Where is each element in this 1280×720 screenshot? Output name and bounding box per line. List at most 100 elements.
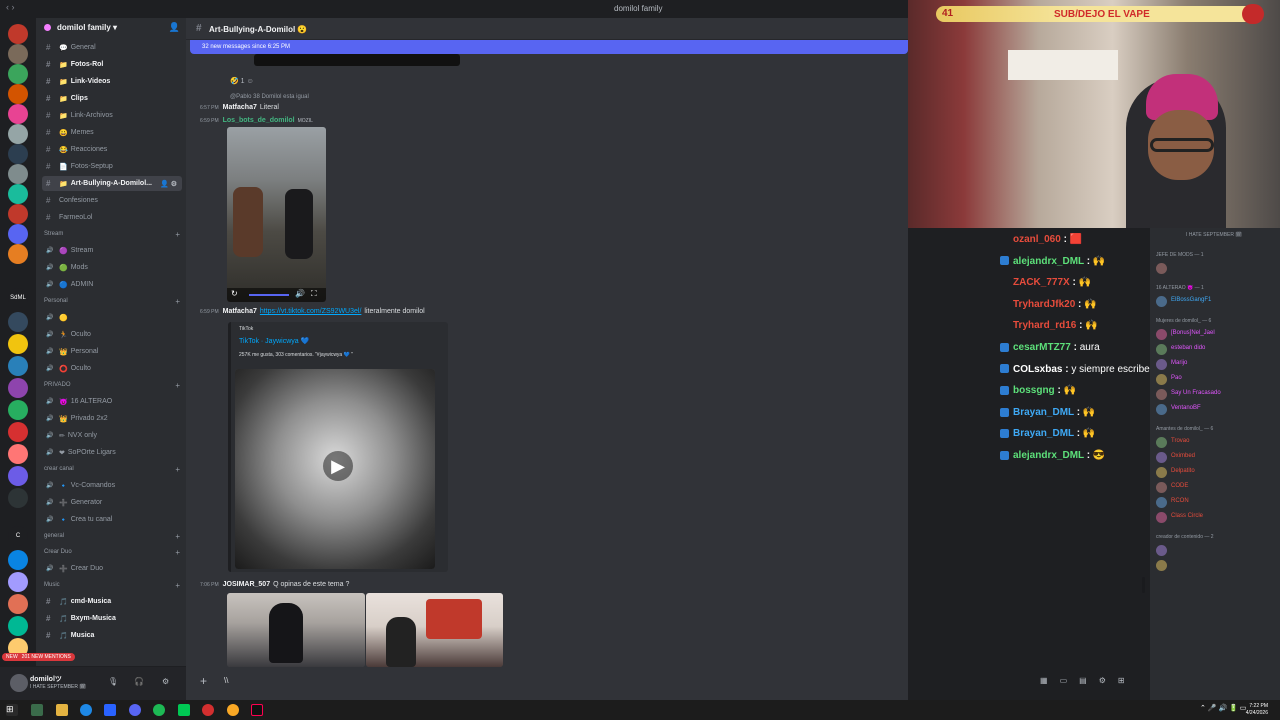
taskbar-app-icon[interactable] (178, 704, 190, 716)
member-row[interactable]: Marijo (1156, 358, 1278, 372)
avatar[interactable] (10, 674, 28, 692)
voice-channel[interactable]: 🔊 👑 Personal (42, 344, 182, 359)
server-icon[interactable] (8, 356, 28, 376)
voice-channel[interactable]: 🔊 ➕ Generator (42, 495, 182, 510)
server-icon[interactable] (8, 572, 28, 592)
apps-icon[interactable]: ⊞ (1118, 676, 1125, 688)
voice-channel[interactable]: 🔊 😈 16 ALTERAO (42, 394, 182, 409)
server-icon[interactable]: C (8, 526, 28, 546)
panel-icon[interactable]: ▤ (1079, 676, 1087, 688)
channel-item[interactable]: # 🎵 Bxym-Musica (42, 611, 182, 626)
add-user-icon[interactable]: 👤 (169, 22, 180, 33)
volume-icon[interactable]: 🔊 (295, 289, 305, 298)
channel-item[interactable]: # 📁 Fotos-Rol (42, 57, 182, 72)
add-channel-icon[interactable]: + (175, 297, 180, 306)
replay-icon[interactable]: ↻ (231, 289, 238, 298)
member-row[interactable]: Trovao (1156, 436, 1278, 450)
voice-channel[interactable]: 🔊 🔹 Vc-Comandos (42, 478, 182, 493)
add-channel-icon[interactable]: + (175, 230, 180, 239)
image-attachment[interactable] (227, 593, 365, 667)
progress-bar[interactable] (249, 294, 289, 296)
add-channel-icon[interactable]: + (175, 548, 180, 557)
server-icon[interactable] (8, 312, 28, 332)
server-icon[interactable] (8, 84, 28, 104)
category-header[interactable]: general + (44, 532, 182, 541)
window-icon[interactable]: ▭ (1060, 676, 1068, 688)
channel-item[interactable]: # 📄 Fotos-Septup (42, 159, 182, 174)
add-channel-icon[interactable]: + (175, 381, 180, 390)
settings-icon[interactable]: ⚙ (1099, 676, 1106, 688)
channel-item[interactable]: # 🎵 cmd-Musica (42, 594, 182, 609)
server-icon[interactable] (8, 24, 28, 44)
scrollbar[interactable] (1142, 577, 1145, 593)
member-row[interactable]: VentanoBF (1156, 403, 1278, 417)
voice-channel[interactable]: 🔊 ✏ NVX only (42, 428, 182, 443)
add-channel-icon[interactable]: + (175, 581, 180, 590)
message-input-bar[interactable]: + \\ (186, 668, 908, 700)
fullscreen-icon[interactable]: ⛶ (311, 289, 317, 299)
category-header[interactable]: Music + (44, 581, 182, 590)
channel-item[interactable]: # FarmeoLol (42, 210, 182, 225)
reply-preview[interactable]: @Pablo 38 Domilol esta igual (230, 94, 309, 100)
message-author[interactable]: JOSIMAR_507 (223, 581, 270, 588)
member-row[interactable]: Say Un Fracasado (1156, 388, 1278, 402)
video-controls[interactable]: ↻ 🔊 ⛶ (227, 288, 326, 302)
channel-item[interactable]: # 📁 Art-Bullying-A-Domilol... 👤 ⚙ (42, 176, 182, 191)
embed-title[interactable]: TikTok · Jaywicwya 💙 (239, 337, 309, 345)
category-header[interactable]: Crear Duo + (44, 548, 182, 557)
channel-settings-icon[interactable]: 👤 ⚙ (160, 180, 177, 188)
server-icon[interactable] (8, 144, 28, 164)
channel-item[interactable]: # 📁 Link-Archivos (42, 108, 182, 123)
server-icon[interactable] (8, 400, 28, 420)
system-tray[interactable]: ⌃ 🎤 🔊 🔋 ▭ (1200, 704, 1246, 712)
message-author[interactable]: Matfacha7 (223, 104, 257, 111)
server-icon[interactable] (8, 616, 28, 636)
spotify-icon[interactable] (153, 704, 165, 716)
server-icon[interactable] (8, 164, 28, 184)
server-icon[interactable] (8, 104, 28, 124)
server-icon[interactable] (8, 334, 28, 354)
voice-channel[interactable]: 🔊 🏃 Oculto (42, 327, 182, 342)
server-icon[interactable] (8, 184, 28, 204)
voice-channel[interactable]: 🔊 🔹 Crea tu canal (42, 512, 182, 527)
voice-channel[interactable]: 🔊 🔵 ADMIN (42, 277, 182, 292)
server-icon[interactable] (8, 550, 28, 570)
add-channel-icon[interactable]: + (175, 532, 180, 541)
member-row[interactable]: Delpatito (1156, 466, 1278, 480)
add-attachment-icon[interactable]: + (200, 674, 207, 688)
channel-item[interactable]: # 😂 Reacciones (42, 142, 182, 157)
message-input[interactable]: \\ (224, 676, 228, 685)
reaction-bar[interactable]: 🤣 1 ☺ (230, 77, 254, 85)
category-header[interactable]: Stream + (44, 230, 182, 239)
browser-icon[interactable] (80, 704, 92, 716)
taskbar-app-icon[interactable] (31, 704, 43, 716)
server-icon[interactable] (8, 422, 28, 442)
voice-channel[interactable]: 🔊 👑 Privado 2x2 (42, 411, 182, 426)
guild-header[interactable]: domilol family ▾ 👤 (36, 18, 186, 40)
taskbar-clock[interactable]: 7:22 PM 4/24/2026 (1246, 703, 1268, 717)
member-row[interactable]: Oximbed (1156, 451, 1278, 465)
chrome-icon[interactable] (227, 704, 239, 716)
server-icon[interactable] (8, 378, 28, 398)
member-row[interactable]: Class Circle (1156, 511, 1278, 525)
member-row[interactable]: esteban dido (1156, 343, 1278, 357)
message-author[interactable]: Matfacha7 (223, 308, 257, 315)
start-icon[interactable]: ⊞ (6, 704, 18, 716)
category-header[interactable]: Personal + (44, 297, 182, 306)
tiktok-icon[interactable] (251, 704, 263, 716)
previous-image[interactable] (254, 54, 460, 66)
gear-icon[interactable]: ⚙ (162, 677, 169, 686)
server-icon[interactable] (8, 594, 28, 614)
embed-video[interactable]: ▶ (235, 369, 435, 569)
voice-channel[interactable]: 🔊 🟡 (42, 310, 182, 325)
channel-item[interactable]: # 😀 Memes (42, 125, 182, 140)
headphones-icon[interactable]: 🎧 (134, 677, 144, 686)
category-header[interactable]: PRIVADO + (44, 381, 182, 390)
channel-item[interactable]: # 💬 General (42, 40, 182, 55)
new-mentions-pill[interactable]: NEW 201 NEW MENTIONS (2, 653, 75, 661)
server-icon[interactable] (8, 124, 28, 144)
voice-channel[interactable]: 🔊 🟣 Stream (42, 243, 182, 258)
voice-channel[interactable]: 🔊 ➕ Crear Duo (42, 561, 182, 576)
mic-icon[interactable]: 🎙 (108, 677, 118, 686)
server-icon[interactable] (8, 466, 28, 486)
